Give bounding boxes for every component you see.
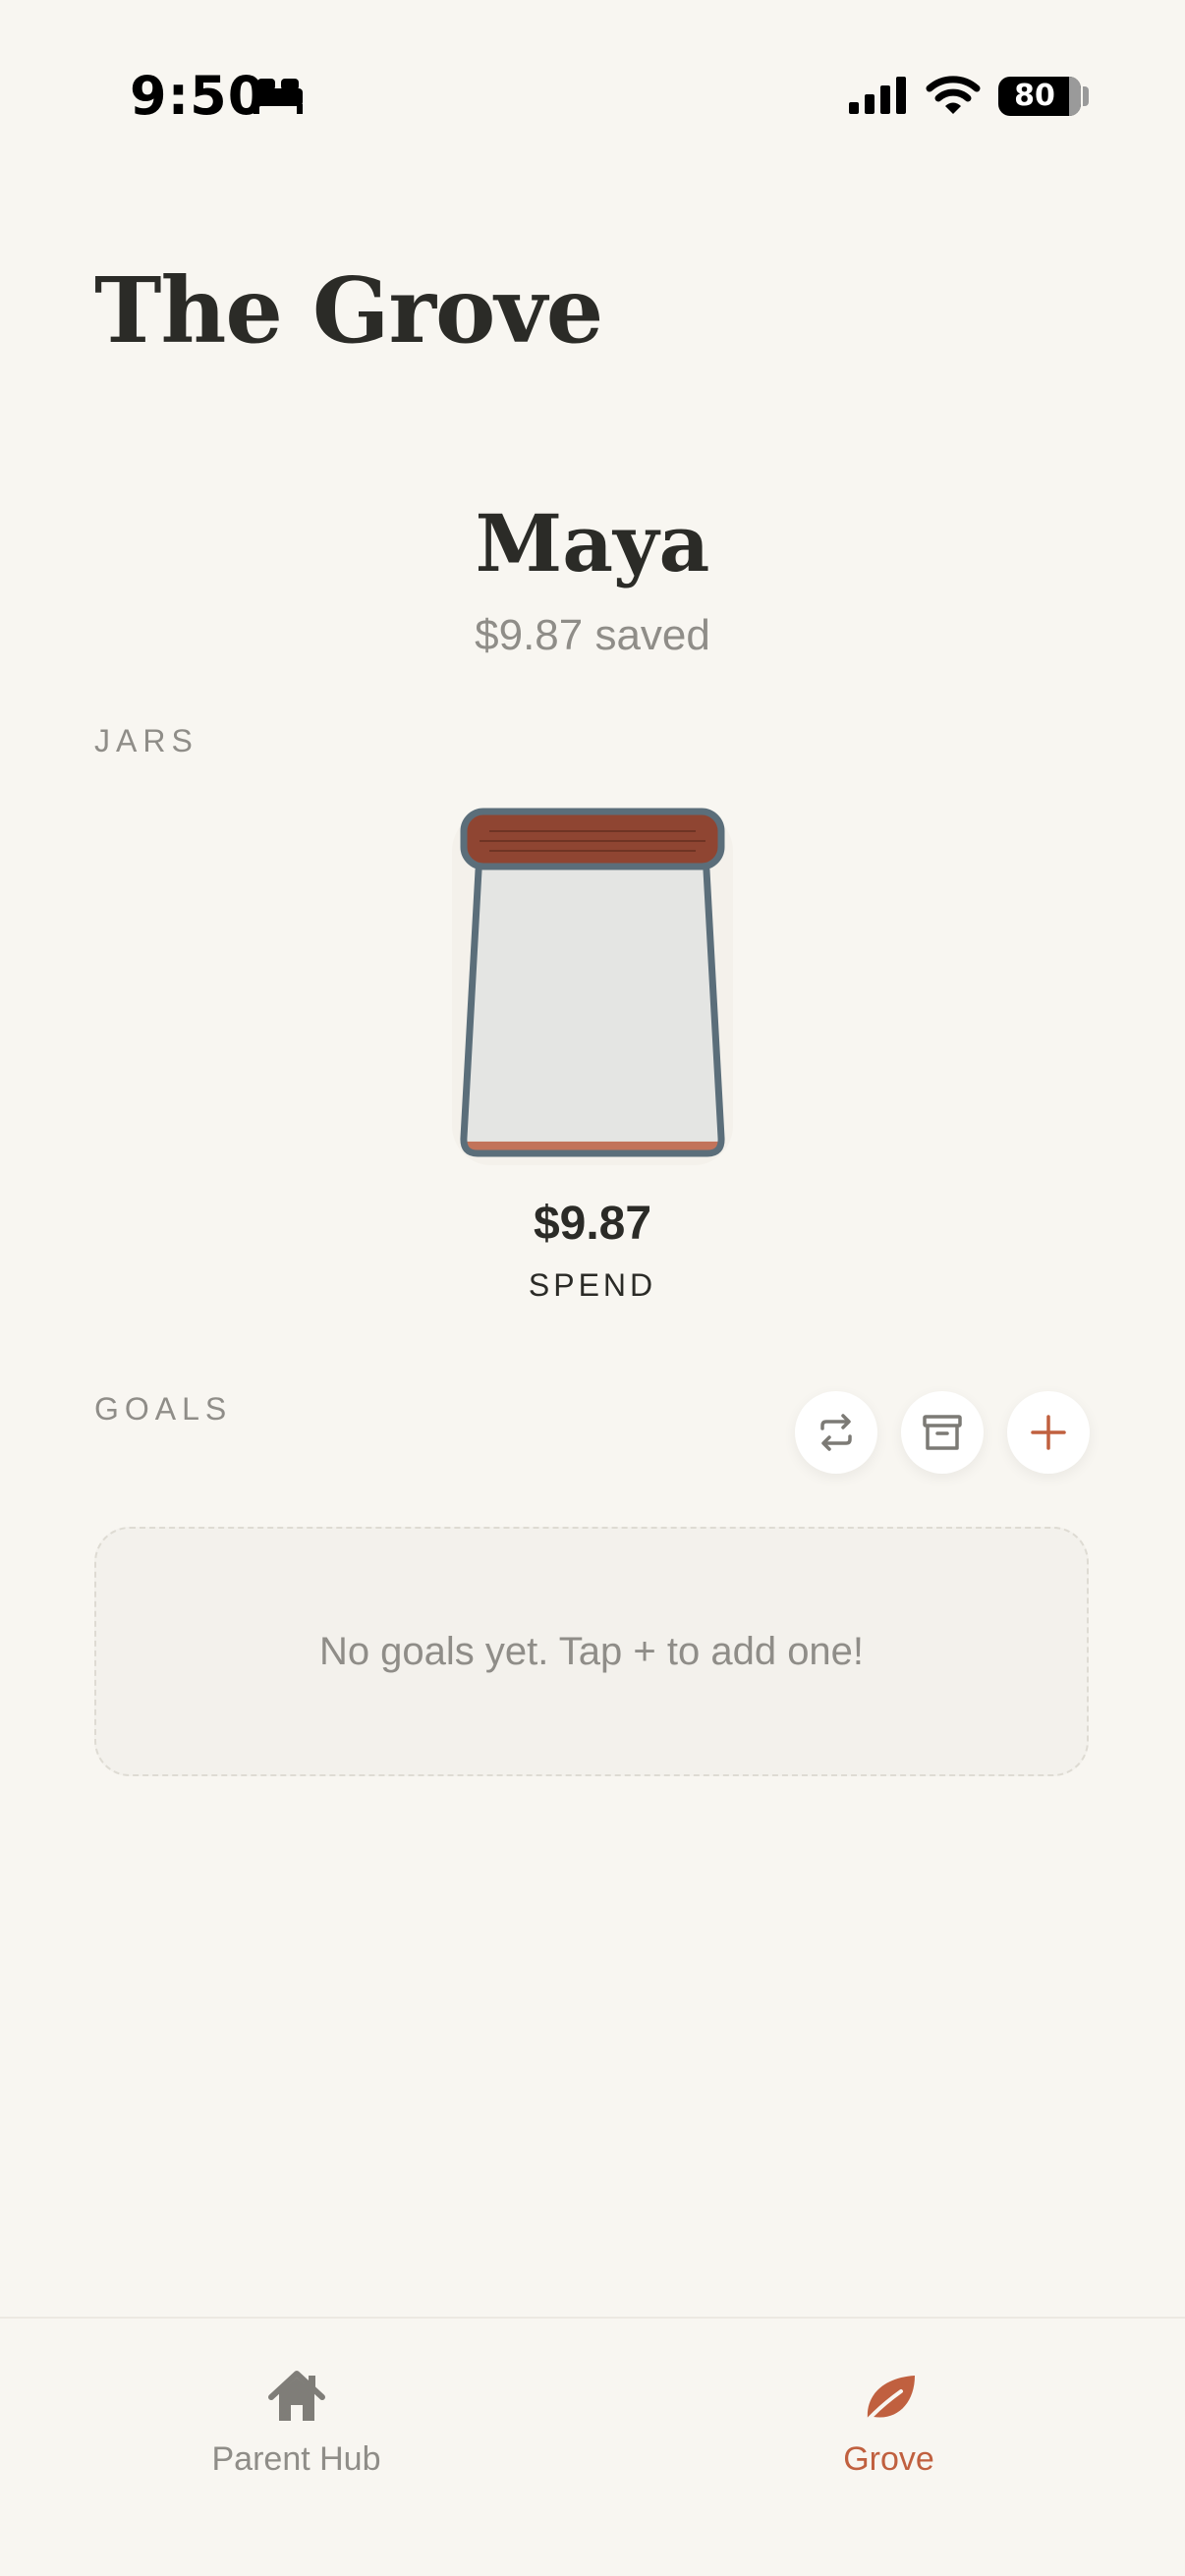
tab-bar: Parent Hub Grove xyxy=(0,2317,1185,2576)
archive-button[interactable] xyxy=(901,1391,984,1474)
bed-icon xyxy=(254,79,303,114)
goals-section-label: GOALS xyxy=(94,1391,233,1427)
child-name: Maya xyxy=(475,497,710,589)
saved-total: $9.87 saved xyxy=(475,611,710,659)
jars-section-label: JARS xyxy=(94,723,198,758)
archive-box-icon xyxy=(923,1415,962,1450)
leaf-icon xyxy=(862,2376,915,2427)
tab-parent-hub[interactable]: Parent Hub xyxy=(0,2319,592,2576)
jar-icon xyxy=(452,808,733,1165)
goals-empty-text: No goals yet. Tap + to add one! xyxy=(318,1629,865,1673)
spend-jar-amount: $9.87 xyxy=(533,1198,652,1250)
plus-icon xyxy=(1031,1415,1066,1450)
status-bar: 9:50 80 xyxy=(0,0,1185,187)
spend-jar[interactable] xyxy=(432,798,753,1173)
transfer-button[interactable] xyxy=(795,1391,877,1474)
spend-jar-label: SPEND xyxy=(528,1267,657,1303)
grove-screen: 9:50 80 The Grove Maya $9.87 saved JARS … xyxy=(0,0,1185,2576)
page-title: The Grove xyxy=(94,257,603,364)
cellular-signal-icon xyxy=(849,77,906,114)
add-goal-button[interactable] xyxy=(1007,1391,1090,1474)
transfer-arrows-icon xyxy=(820,1414,852,1451)
battery-level: 80 xyxy=(1014,79,1055,113)
battery-tip xyxy=(1083,86,1089,106)
tab-grove[interactable]: Grove xyxy=(592,2319,1185,2576)
wifi-icon xyxy=(926,76,981,114)
status-time: 9:50 xyxy=(130,65,266,127)
battery-icon: 80 xyxy=(998,77,1081,116)
goals-empty-state: No goals yet. Tap + to add one! xyxy=(94,1527,1089,1776)
house-icon xyxy=(268,2371,325,2421)
tab-parent-hub-label: Parent Hub xyxy=(211,2440,381,2478)
tab-grove-label: Grove xyxy=(843,2440,934,2478)
